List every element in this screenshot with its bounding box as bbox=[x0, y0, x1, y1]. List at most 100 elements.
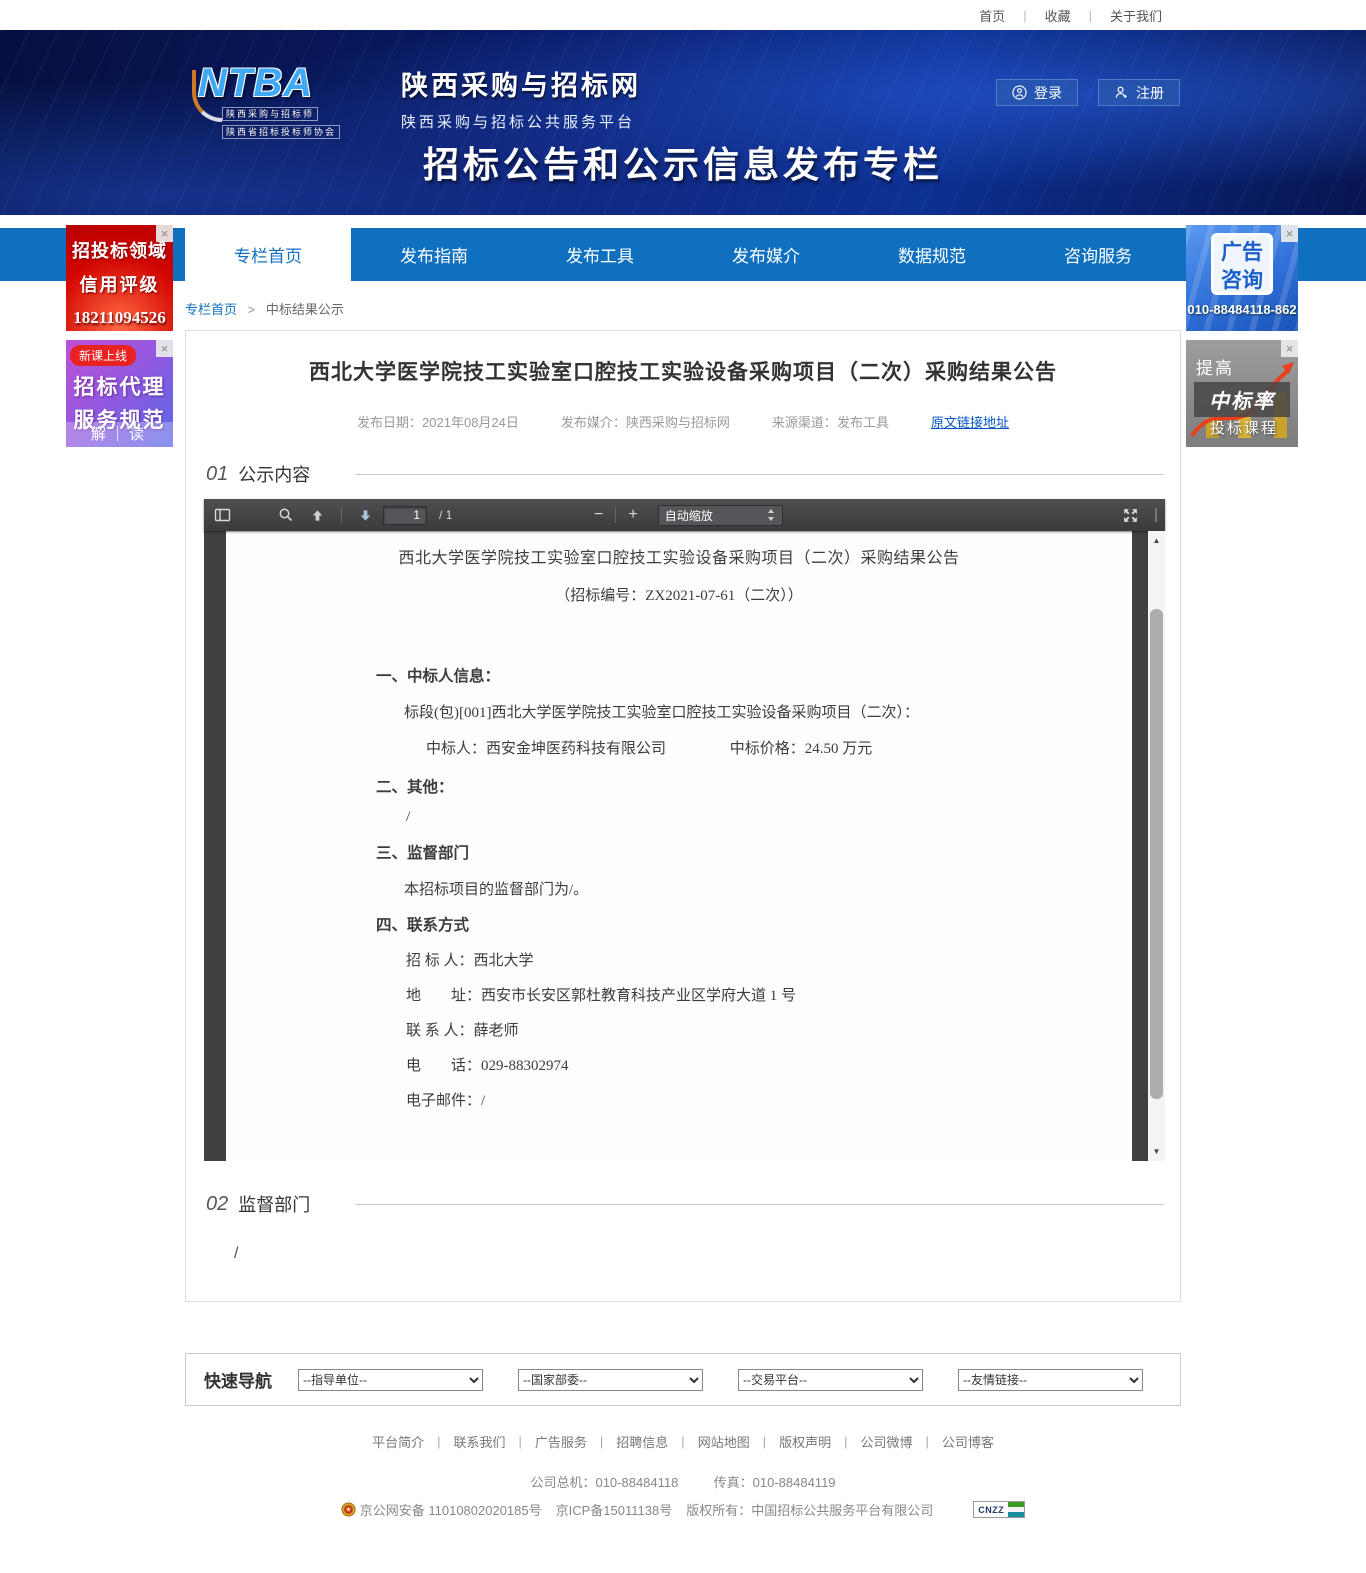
footer-link-weibo[interactable]: 公司微博 bbox=[848, 1432, 926, 1451]
sidebar-toggle-icon[interactable] bbox=[214, 507, 231, 523]
next-page-icon[interactable] bbox=[358, 508, 373, 523]
footer-link-blog[interactable]: 公司博客 bbox=[929, 1432, 1007, 1451]
select-state-ministries[interactable]: --国家部委-- bbox=[518, 1369, 703, 1391]
winner-price: 24.50 万元 bbox=[805, 741, 873, 757]
topbar-link-favorite[interactable]: 收藏 bbox=[1027, 6, 1089, 25]
footer-link-jobs[interactable]: 招聘信息 bbox=[603, 1432, 681, 1451]
select-guide-units[interactable]: --指导单位-- bbox=[298, 1369, 483, 1391]
register-button[interactable]: 注册 bbox=[1098, 79, 1180, 106]
scroll-up-icon[interactable]: ▲ bbox=[1148, 533, 1165, 548]
doc-tender-number: （招标编号：ZX2021-07-61（二次）） bbox=[226, 584, 1132, 605]
winner-name: 西安金坤医药科技有限公司 bbox=[486, 741, 666, 757]
footer-link-copyright[interactable]: 版权声明 bbox=[766, 1432, 844, 1451]
zoom-in-icon[interactable]: + bbox=[622, 506, 643, 524]
site-title: 陕西采购与招标网 bbox=[401, 64, 641, 103]
announcement-title: 西北大学医学院技工实验室口腔技工实验设备采购项目（二次）采购结果公告 bbox=[186, 356, 1180, 386]
ad-agency-course[interactable]: × 新课上线 招标代理 服务规范 解｜读 bbox=[66, 340, 173, 447]
breadcrumb: 专栏首页 > 中标结果公示 bbox=[185, 299, 1181, 318]
close-icon[interactable]: × bbox=[1281, 225, 1298, 242]
previous-page-icon[interactable] bbox=[310, 508, 325, 523]
fullscreen-icon[interactable] bbox=[1122, 507, 1139, 524]
site-logo: NTBA 陕西采购与招标师 陕西省招标投标师协会 陕西采购与招标网 陕西采购与招… bbox=[198, 64, 641, 140]
pdf-page: 西北大学医学院技工实验室口腔技工实验设备采购项目（二次）采购结果公告 （招标编号… bbox=[226, 531, 1132, 1161]
divider-line bbox=[355, 1204, 1164, 1205]
scroll-down-icon[interactable]: ▼ bbox=[1148, 1144, 1165, 1159]
toolbar-handle-icon[interactable] bbox=[1155, 508, 1157, 522]
logo-subtext-1: 陕西采购与招标师 bbox=[222, 107, 318, 121]
section-number: 02 bbox=[206, 1193, 228, 1216]
cnzz-stripes bbox=[1008, 1502, 1024, 1517]
pdf-scrollbar[interactable]: ▲ ▼ bbox=[1148, 531, 1165, 1161]
quick-nav-label: 快速导航 bbox=[204, 1367, 272, 1392]
supervisor-content: / bbox=[234, 1245, 1180, 1263]
site-banner: NTBA 陕西采购与招标师 陕西省招标投标师协会 陕西采购与招标网 陕西采购与招… bbox=[0, 30, 1366, 215]
section-heading-content: 01 公示内容 bbox=[206, 461, 1164, 487]
breadcrumb-separator: > bbox=[248, 302, 256, 317]
search-icon[interactable] bbox=[278, 507, 294, 523]
doc-section-3: 三、监督部门 bbox=[376, 841, 977, 863]
original-link[interactable]: 原文链接地址 bbox=[931, 412, 1009, 431]
announcement-panel: 西北大学医学院技工实验室口腔技工实验设备采购项目（二次）采购结果公告 发布日期：… bbox=[185, 330, 1181, 1302]
doc-title: 西北大学医学院技工实验室口腔技工实验设备采购项目（二次）采购结果公告 bbox=[226, 544, 1132, 568]
nav-tab-data-standard[interactable]: 数据规范 bbox=[849, 228, 1015, 281]
ad-credit-rating[interactable]: × 招投标领域 信用评级 18211094526 bbox=[66, 225, 173, 331]
footer-beian-line: 京公网安备 11010802020185号 京ICP备15011138号 版权所… bbox=[0, 1500, 1366, 1519]
updown-arrows-icon bbox=[766, 508, 776, 522]
logo-swoosh-icon bbox=[192, 70, 222, 122]
section-number: 01 bbox=[206, 463, 228, 486]
doc-section-4: 四、联系方式 bbox=[376, 913, 977, 935]
nav-tab-column-home[interactable]: 专栏首页 bbox=[185, 228, 351, 281]
footer-link-ad-service[interactable]: 广告服务 bbox=[522, 1432, 600, 1451]
select-trading-platforms[interactable]: --交易平台-- bbox=[738, 1369, 923, 1391]
main-navbar: 专栏首页 发布指南 发布工具 发布媒介 数据规范 咨询服务 bbox=[0, 228, 1366, 281]
ad-phone-number: 010-88484118-862 bbox=[1186, 302, 1298, 317]
contact-row: 电子邮件：/ bbox=[406, 1089, 977, 1110]
user-add-icon bbox=[1114, 85, 1129, 100]
nav-tab-publish-tools[interactable]: 发布工具 bbox=[517, 228, 683, 281]
cnzz-stats-badge[interactable]: CNZZ bbox=[973, 1501, 1025, 1518]
page-total-label: / 1 bbox=[439, 508, 452, 522]
contact-row: 地 址：西安市长安区郭杜教育科技产业区学府大道 1 号 bbox=[406, 984, 977, 1005]
doc-section-1: 一、中标人信息： bbox=[376, 664, 977, 686]
logo-acronym: NTBA bbox=[198, 64, 373, 102]
agency-row: 招标代理机构：陕西正信招标有限公司 bbox=[404, 1158, 977, 1161]
topbar: 首页 | 收藏 | 关于我们 bbox=[0, 0, 1366, 30]
page-number-input[interactable] bbox=[383, 506, 427, 525]
select-friend-links[interactable]: --友情链接-- bbox=[958, 1369, 1143, 1391]
login-button[interactable]: 登录 bbox=[996, 79, 1078, 106]
breadcrumb-home-link[interactable]: 专栏首页 bbox=[185, 302, 237, 317]
pdf-viewer: / 1 − + 自动缩放 bbox=[204, 499, 1165, 1161]
ad-bid-course[interactable]: × 提高 中标率 投标课程 bbox=[1186, 340, 1298, 447]
contact-row: 招 标 人：西北大学 bbox=[406, 949, 977, 970]
contact-row: 联 系 人：薛老师 bbox=[406, 1019, 977, 1040]
section-heading-supervisor: 02 监督部门 bbox=[206, 1191, 1164, 1217]
new-course-badge: 新课上线 bbox=[70, 345, 136, 366]
breadcrumb-current: 中标结果公示 bbox=[266, 302, 344, 317]
ad-advert-consult[interactable]: × 广告 咨询 010-88484118-862 bbox=[1186, 225, 1298, 331]
divider-line bbox=[355, 474, 1164, 475]
login-label: 登录 bbox=[1034, 83, 1062, 103]
footer-link-sitemap[interactable]: 网站地图 bbox=[685, 1432, 763, 1451]
scrollbar-thumb[interactable] bbox=[1150, 609, 1163, 1099]
zoom-out-icon[interactable]: − bbox=[588, 506, 609, 524]
footer-link-platform-intro[interactable]: 平台简介 bbox=[359, 1432, 437, 1451]
user-circle-icon bbox=[1012, 85, 1027, 100]
topbar-link-about[interactable]: 关于我们 bbox=[1092, 6, 1180, 25]
police-badge-icon bbox=[341, 1502, 356, 1517]
footer-phone-line: 公司总机：010-88484118 传真：010-88484119 bbox=[0, 1472, 1366, 1491]
nav-tab-publish-guide[interactable]: 发布指南 bbox=[351, 228, 517, 281]
close-icon[interactable]: × bbox=[156, 225, 173, 242]
nav-tab-consult-service[interactable]: 咨询服务 bbox=[1015, 228, 1181, 281]
nav-tab-publish-media[interactable]: 发布媒介 bbox=[683, 228, 849, 281]
topbar-link-home[interactable]: 首页 bbox=[961, 6, 1023, 25]
footer-link-contact[interactable]: 联系我们 bbox=[440, 1432, 518, 1451]
register-label: 注册 bbox=[1136, 83, 1164, 103]
close-icon[interactable]: × bbox=[1281, 340, 1298, 357]
close-icon[interactable]: × bbox=[156, 340, 173, 357]
zoom-level-select[interactable]: 自动缩放 bbox=[658, 505, 783, 526]
quick-navigation: 快速导航 --指导单位-- --国家部委-- --交易平台-- --友情链接-- bbox=[185, 1353, 1181, 1406]
announcement-meta: 发布日期：2021年08月24日 发布媒介：陕西采购与招标网 来源渠道：发布工具… bbox=[186, 412, 1180, 431]
contact-row: 电 话：029-88302974 bbox=[406, 1054, 977, 1075]
doc-section-2: 二、其他： bbox=[376, 775, 977, 797]
ad-phone-number: 18211094526 bbox=[66, 308, 173, 328]
